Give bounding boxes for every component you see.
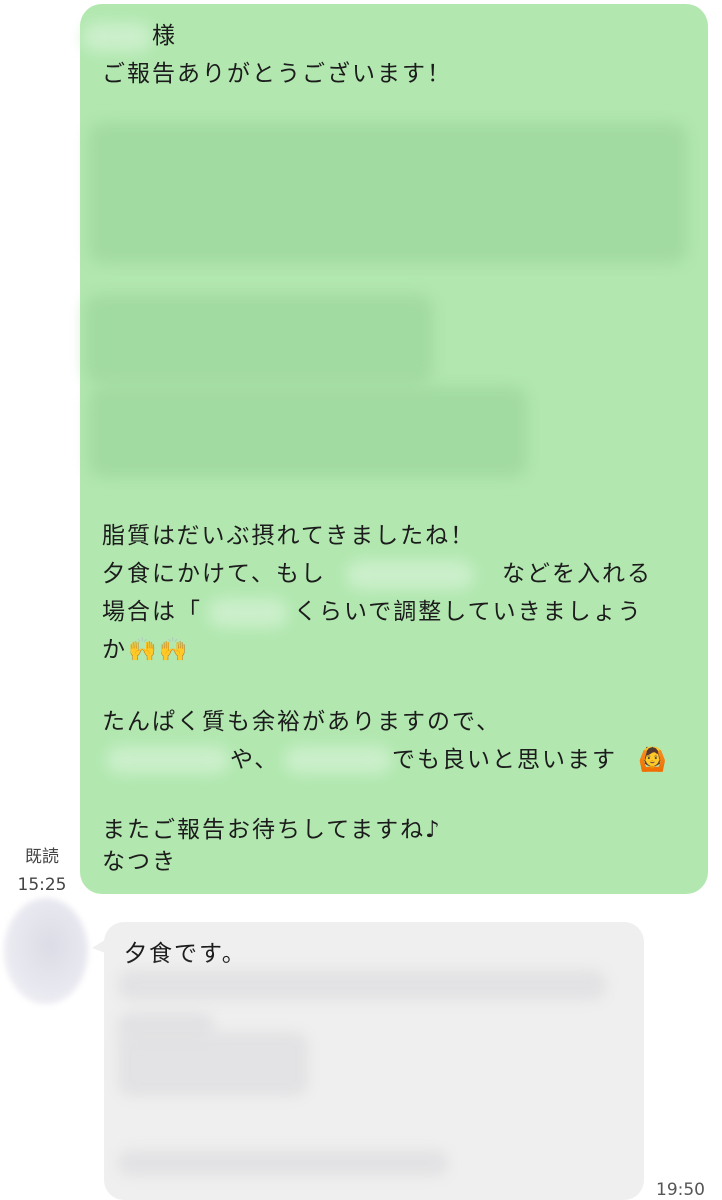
ok-gesture-icon: 🙆 bbox=[638, 747, 669, 773]
chat-thread: 様 ご報告ありがとうございます！ 脂質はだいぶ摂れてきましたね！ 夕食にかけて、… bbox=[0, 0, 722, 1200]
received-time: 19:50 bbox=[656, 1180, 705, 1200]
redacted-block bbox=[84, 294, 434, 384]
message-line: たんぱく質も余裕がありますので、 bbox=[102, 709, 502, 735]
redacted-block bbox=[118, 970, 606, 1000]
message-line: 夕食にかけて、もし bbox=[102, 561, 326, 587]
read-label: 既読 bbox=[25, 847, 59, 867]
redacted-word bbox=[284, 746, 392, 774]
sent-time: 15:25 bbox=[17, 875, 67, 895]
redacted-block bbox=[118, 1150, 448, 1176]
message-line: くらいで調整していきましょう bbox=[294, 599, 643, 625]
message-line: などを入れる bbox=[502, 561, 652, 587]
redacted-word bbox=[208, 598, 288, 628]
message-line: か bbox=[102, 637, 127, 663]
message-line: 脂質はだいぶ摂れてきましたね！ bbox=[102, 523, 476, 549]
redacted-block bbox=[118, 1032, 308, 1096]
message-line: 夕食です。 bbox=[124, 941, 247, 967]
redacted-word bbox=[106, 746, 230, 774]
incoming-message-bubble[interactable]: 夕食です。 bbox=[104, 922, 644, 1200]
avatar[interactable] bbox=[4, 898, 88, 1004]
outgoing-message-bubble[interactable]: 様 ご報告ありがとうございます！ 脂質はだいぶ摂れてきましたね！ 夕食にかけて、… bbox=[80, 4, 708, 894]
message-line: ご報告ありがとうございます！ bbox=[102, 61, 452, 87]
message-line: でも良いと思います bbox=[392, 747, 617, 773]
signature-text: なつき bbox=[102, 849, 177, 875]
raising-hands-icon: 🙌🙌 bbox=[128, 637, 190, 663]
salutation-text: 様 bbox=[152, 23, 177, 49]
message-line: 場合は「 bbox=[102, 599, 202, 625]
read-receipt: 既読 15:25 bbox=[8, 846, 76, 896]
redacted-name bbox=[82, 22, 152, 52]
message-line: や、 bbox=[230, 747, 280, 773]
message-line: またご報告お待ちしてますね♪ bbox=[102, 817, 442, 843]
redacted-block bbox=[88, 386, 528, 478]
redacted-word bbox=[346, 560, 474, 590]
redacted-block bbox=[88, 122, 688, 264]
